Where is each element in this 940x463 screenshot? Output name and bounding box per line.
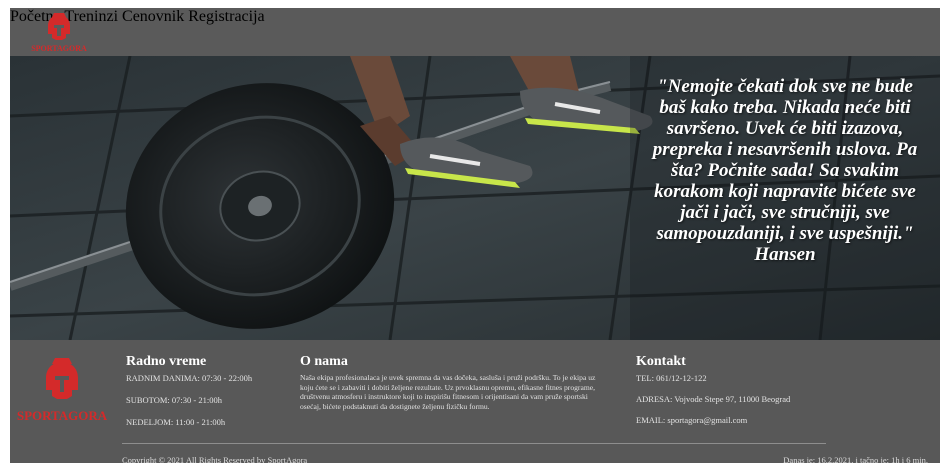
footer-divider xyxy=(122,443,826,444)
sportagora-logo[interactable]: SPORTAGORA xyxy=(26,12,92,54)
contact-email[interactable]: EMAIL: sportagora@gmail.com xyxy=(636,415,836,425)
about-title: O nama xyxy=(300,354,348,369)
nav-cenovnik[interactable]: Cenovnik xyxy=(122,8,184,25)
contact-title: Kontakt xyxy=(636,354,686,369)
working-hours-title: Radno vreme xyxy=(126,354,207,369)
page: SPORTAGORA Početna Treninzi Cenovnik Reg… xyxy=(10,8,940,463)
navbar: SPORTAGORA Početna Treninzi Cenovnik Reg… xyxy=(10,8,940,56)
contact-phone[interactable]: TEL: 061/12-12-122 xyxy=(636,373,836,383)
quote-text: "Nemojte čekati dok sve ne bude baš kako… xyxy=(652,76,918,244)
hours-saturday: SUBOTOM: 07:30 - 21:00h xyxy=(126,395,222,405)
contact-address: ADRESA: Vojvode Stepe 97, 11000 Beograd xyxy=(636,394,791,404)
about-text: Naša ekipa profesionalaca je uvek spremn… xyxy=(300,373,596,411)
copyright-text: Copyright © 2021 All Rights Reserved by … xyxy=(122,455,308,463)
sportagora-footer-logo: SPORTAGORA xyxy=(17,358,108,423)
current-date-text: Danas je: 16.2.2021. i tačno je: 1h i 6 … xyxy=(783,455,928,463)
logo-text: SPORTAGORA xyxy=(31,44,87,53)
hero-quote: "Nemojte čekati dok sve ne bude baš kako… xyxy=(650,76,920,265)
hours-sunday: NEDELJOM: 11:00 - 21:00h xyxy=(126,417,226,427)
about-section: O nama Naša ekipa profesionalaca je uvek… xyxy=(300,354,596,411)
footer: SPORTAGORA Radno vreme RADNIM DANIMA: 07… xyxy=(10,340,940,463)
working-hours-section: Radno vreme RADNIM DANIMA: 07:30 - 22:00… xyxy=(126,354,296,439)
hero-banner: "Nemojte čekati dok sve ne bude baš kako… xyxy=(10,56,940,340)
quote-author: Hansen xyxy=(754,244,816,265)
hours-weekdays: RADNIM DANIMA: 07:30 - 22:00h xyxy=(126,373,253,383)
contact-section: Kontakt TEL: 061/12-12-122 ADRESA: Vojvo… xyxy=(636,354,836,436)
footer-logo-text: SPORTAGORA xyxy=(17,408,108,423)
nav-registracija[interactable]: Registracija xyxy=(188,8,264,25)
